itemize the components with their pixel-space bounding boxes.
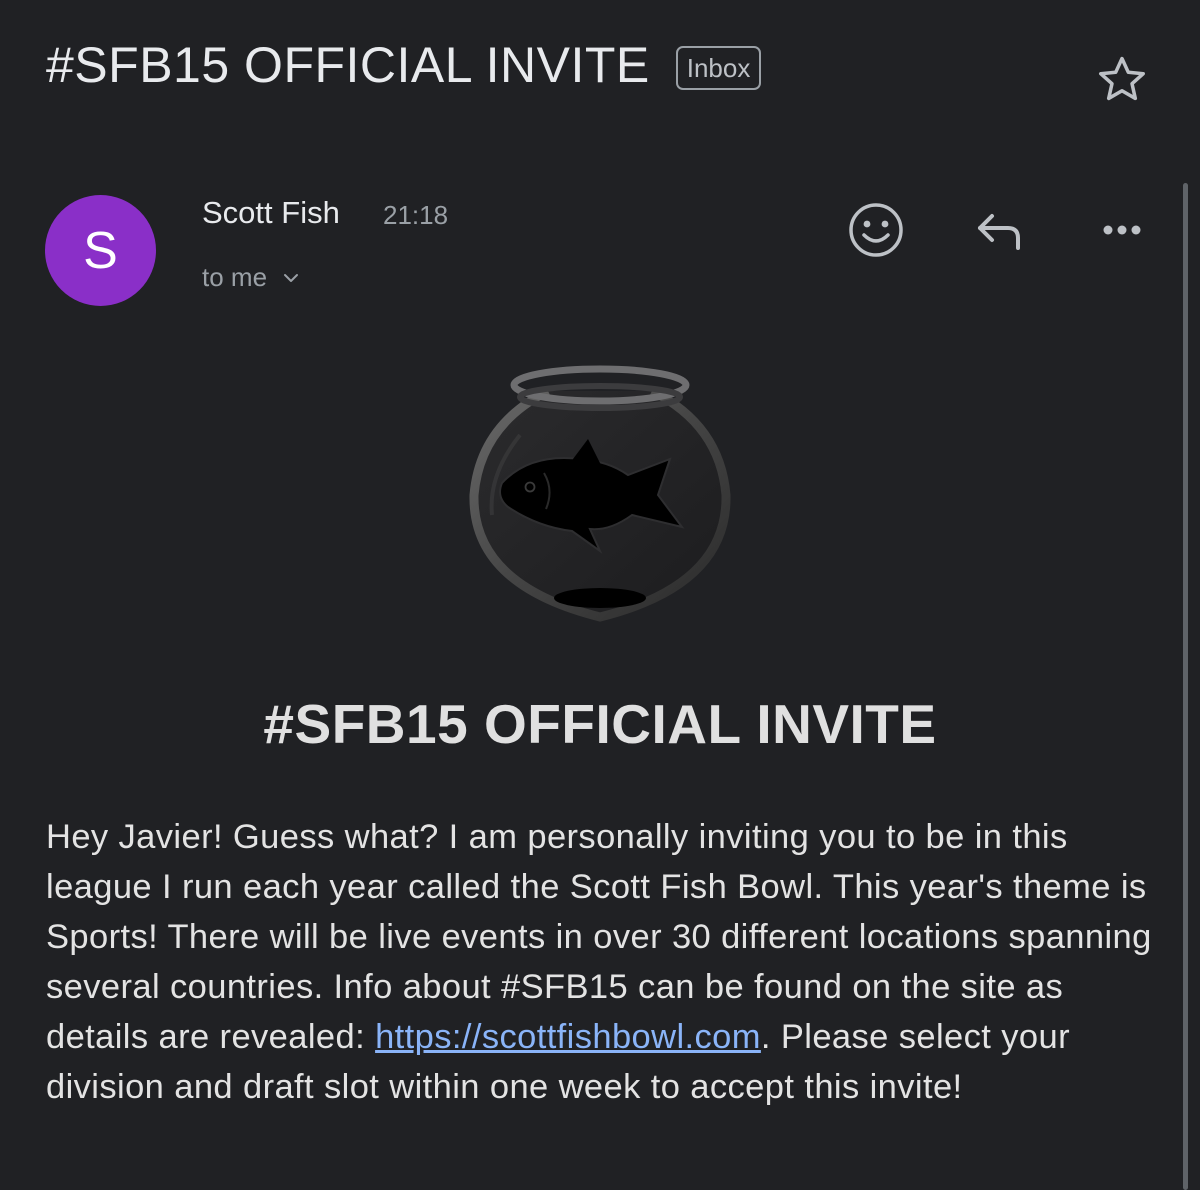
inbox-label-badge[interactable]: Inbox (675, 46, 762, 90)
reply-icon (978, 214, 1020, 250)
sender-name[interactable]: Scott Fish (202, 195, 340, 231)
subject-row: #SFB15 OFFICIAL INVITE Inbox (46, 30, 1160, 100)
fishbowl-logo (469, 365, 731, 622)
email-view: #SFB15 OFFICIAL INVITE Inbox S Scott Fis… (0, 0, 1200, 1190)
add-reaction-icon (849, 203, 903, 257)
email-headline: #SFB15 OFFICIAL INVITE (263, 693, 937, 755)
sent-time: 21:18 (383, 200, 449, 230)
email-body: Hey Javier! Guess what? I am personally … (46, 812, 1161, 1112)
recipients-toggle[interactable]: to me (202, 262, 301, 293)
email-subject: #SFB15 OFFICIAL INVITE (46, 37, 650, 93)
add-reaction-button[interactable] (844, 198, 908, 262)
more-icon (1103, 225, 1141, 235)
site-link[interactable]: https://scottfishbowl.com (375, 1018, 761, 1056)
recipients-text: to me (202, 262, 268, 292)
avatar-initial: S (83, 221, 118, 280)
star-icon[interactable] (1094, 52, 1150, 108)
sender-avatar[interactable]: S (45, 195, 156, 306)
chevron-down-icon (284, 273, 299, 282)
more-options-button[interactable] (1090, 198, 1154, 262)
reply-button[interactable] (966, 198, 1030, 262)
scrollbar[interactable] (1183, 183, 1188, 1190)
